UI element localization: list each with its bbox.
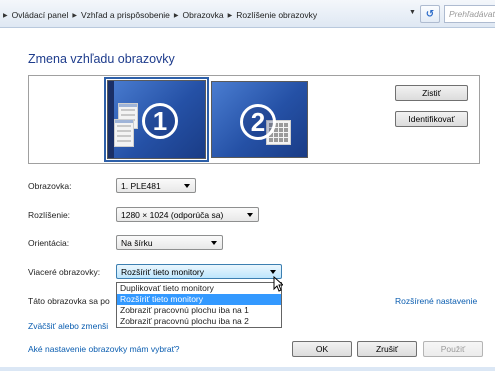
breadcrumb-item-display[interactable]: Obrazovka [183,10,224,20]
chevron-right-icon[interactable]: ▶ [174,12,179,19]
monitor-2[interactable]: 2 [211,81,308,158]
dropdown-option-show-only-2[interactable]: Zobraziť pracovnú plochu iba na 2 [117,316,281,327]
ok-button[interactable]: OK [292,341,352,357]
multiple-displays-label: Viaceré obrazovky: [28,267,101,277]
chevron-right-icon[interactable]: ▶ [228,12,233,19]
display-select-value: 1. PLE481 [121,181,161,191]
multiple-displays-dropdown: Duplikovať tieto monitory Rozšíriť tieto… [116,282,282,328]
chevron-right-icon[interactable]: ▶ [3,12,8,19]
identify-button[interactable]: Identifikovať [395,111,468,127]
orientation-select[interactable]: Na šírku [116,235,223,250]
display-select[interactable]: 1. PLE481 [116,178,196,193]
resolution-select[interactable]: 1280 × 1024 (odporúča sa) [116,207,259,222]
chevron-down-icon [184,184,190,188]
search-input[interactable]: Prehľadávať [444,5,495,23]
orientation-label: Orientácia: [28,238,70,248]
chevron-down-icon [247,213,253,217]
breadcrumb-item-appearance[interactable]: Vzhľad a prispôsobenie [81,10,170,20]
multiple-displays-select-value: Rozšíriť tieto monitory [121,267,205,277]
help-display-settings-link[interactable]: Aké nastavenie obrazovky mám vybrať? [28,344,180,354]
window-preview [114,119,134,147]
bottom-border [0,367,495,371]
breadcrumb-item-resolution[interactable]: Rozlíšenie obrazovky [236,10,317,20]
mouse-cursor-icon [273,276,283,292]
orientation-select-value: Na šírku [121,238,153,248]
main-display-text: Táto obrazovka sa po [28,296,110,306]
page-title: Zmena vzhľadu obrazovky [28,52,175,66]
breadcrumb: ▶ Ovládací panel ▶ Vzhľad a prispôsobeni… [3,7,403,23]
refresh-icon[interactable]: ↺ [420,5,440,23]
address-dropdown-icon[interactable]: ▼ [409,9,416,16]
resolution-label: Rozlíšenie: [28,210,71,220]
display-label: Obrazovka: [28,181,72,191]
monitor-arrangement: 1 2 Zistiť Identifikovať [28,75,480,164]
multiple-displays-select[interactable]: Rozšíriť tieto monitory [116,264,282,279]
cancel-button[interactable]: Zrušiť [357,341,417,357]
monitor-1-number: 1 [142,103,178,139]
dropdown-option-duplicate[interactable]: Duplikovať tieto monitory [117,283,281,294]
apply-button[interactable]: Použiť [423,341,483,357]
chevron-down-icon [270,270,276,274]
resize-text-link[interactable]: Zväčšiť alebo zmenši [28,321,108,331]
resolution-select-value: 1280 × 1024 (odporúča sa) [121,210,224,220]
chevron-down-icon [211,241,217,245]
monitor-1[interactable]: 1 [104,77,209,162]
dropdown-option-extend[interactable]: Rozšíriť tieto monitory [117,294,281,305]
advanced-settings-link[interactable]: Rozšírené nastavenie [395,296,477,306]
address-bar: ▶ Ovládací panel ▶ Vzhľad a prispôsobeni… [0,0,495,28]
dropdown-option-show-only-1[interactable]: Zobraziť pracovnú plochu iba na 1 [117,305,281,316]
detect-button[interactable]: Zistiť [395,85,468,101]
breadcrumb-item-control-panel[interactable]: Ovládací panel [12,10,69,20]
chevron-right-icon[interactable]: ▶ [72,12,77,19]
monitor-2-number: 2 [240,104,276,140]
